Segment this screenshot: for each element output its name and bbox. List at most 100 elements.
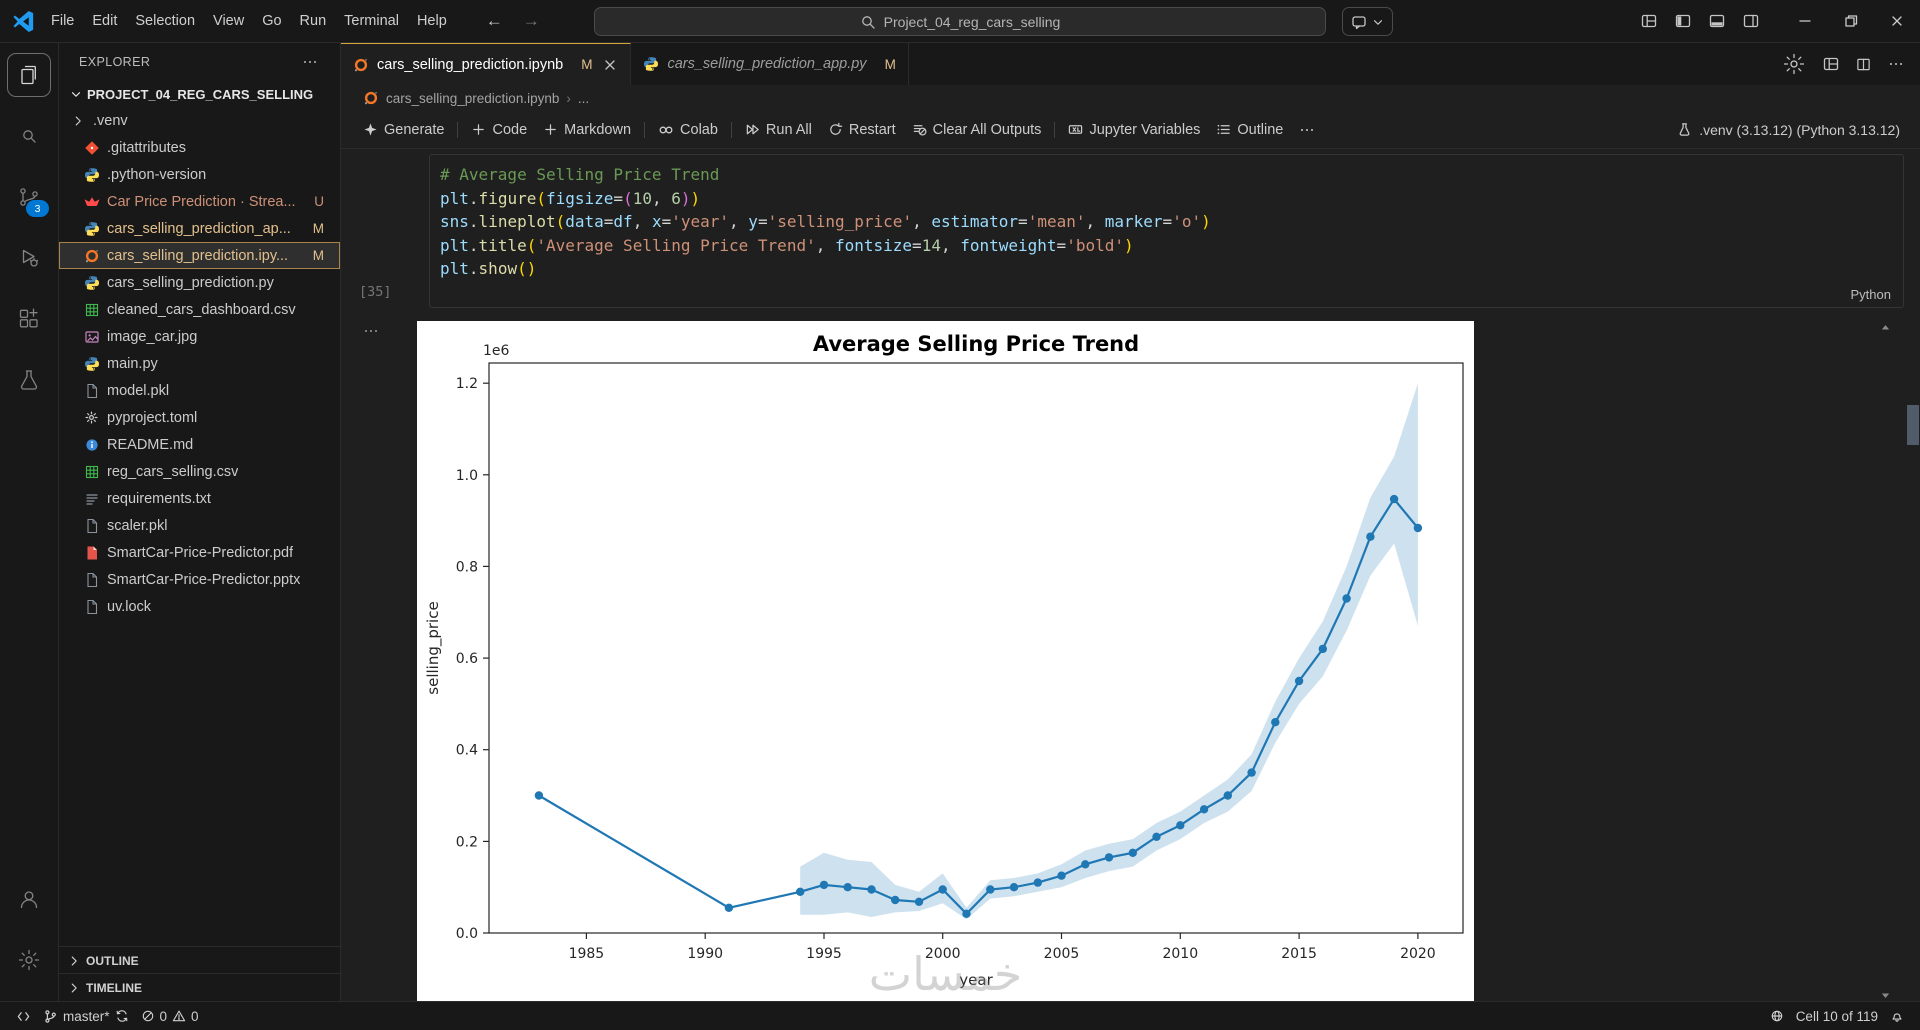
output-more-icon[interactable] [363, 323, 379, 339]
extensions-activity-icon[interactable] [5, 293, 53, 345]
command-center-search[interactable]: Project_04_reg_cars_selling [594, 7, 1326, 36]
menu-selection[interactable]: Selection [126, 7, 204, 35]
more-icon [1299, 122, 1315, 138]
file-item-image-car-jpg[interactable]: image_car.jpg [59, 323, 340, 350]
extensions-icon [17, 307, 41, 331]
toolbar-restart[interactable]: Restart [820, 116, 904, 144]
forward-icon[interactable]: → [523, 11, 540, 31]
minimize-button[interactable] [1782, 0, 1828, 42]
toolbar-label: Restart [848, 121, 896, 138]
file-item-cars-selling-prediction-py[interactable]: cars_selling_prediction.py [59, 269, 340, 296]
back-icon[interactable]: ← [486, 11, 503, 31]
layout-grid-icon[interactable] [1636, 8, 1662, 34]
menu-edit[interactable]: Edit [83, 7, 126, 35]
menu-help[interactable]: Help [408, 7, 456, 35]
svg-text:0.8: 0.8 [456, 559, 478, 575]
file-item-cleaned-cars-dashboard-csv[interactable]: cleaned_cars_dashboard.csv [59, 296, 340, 323]
tab-cars-selling-prediction-app-py[interactable]: cars_selling_prediction_app.py M [631, 43, 909, 85]
globe-icon[interactable] [1764, 1009, 1790, 1023]
sidebar-title: EXPLORER [79, 55, 151, 69]
menu-file[interactable]: File [42, 7, 83, 35]
menu-view[interactable]: View [204, 7, 253, 35]
file-item-gitattributes[interactable]: .gitattributes [59, 134, 340, 161]
close-tab-icon[interactable] [602, 57, 618, 73]
scroll-down-icon[interactable] [1879, 989, 1892, 1001]
remote-indicator[interactable] [10, 1002, 37, 1030]
file-item-main-py[interactable]: main.py [59, 350, 340, 377]
scroll-up-icon[interactable] [1879, 321, 1892, 334]
file-item-cars-selling-prediction-ap[interactable]: cars_selling_prediction_ap... M [59, 215, 340, 242]
panel-bottom-icon[interactable] [1704, 8, 1730, 34]
file-item-model-pkl[interactable]: model.pkl [59, 377, 340, 404]
search-icon [21, 128, 37, 144]
toolbar-markdown[interactable]: Markdown [535, 116, 639, 144]
file-item-cars-selling-prediction-ipy[interactable]: cars_selling_prediction.ipy... M [59, 242, 340, 269]
toolbar-outline[interactable]: Outline [1208, 116, 1291, 144]
panel-left-icon[interactable] [1670, 8, 1696, 34]
file-item-uv-lock[interactable]: uv.lock [59, 593, 340, 620]
settings-icon[interactable] [5, 934, 53, 986]
files-activity-icon[interactable] [5, 49, 53, 101]
file-item-scaler-pkl[interactable]: scaler.pkl [59, 512, 340, 539]
file-item-pyproject-toml[interactable]: pyproject.toml [59, 404, 340, 431]
cell-language-label[interactable]: Python [1851, 287, 1891, 302]
outline-section[interactable]: OUTLINE [59, 946, 340, 974]
timeline-section[interactable]: TIMELINE [59, 973, 340, 1001]
chat-dropdown-button[interactable] [1342, 7, 1393, 36]
menu-go[interactable]: Go [253, 7, 290, 35]
beaker-activity-icon[interactable] [5, 354, 53, 406]
settings-icon[interactable] [1782, 52, 1806, 76]
file-item-smartcar-price-predictor-pdf[interactable]: SmartCar-Price-Predictor.pdf [59, 539, 340, 566]
notifications-bell-icon[interactable] [1884, 1009, 1910, 1023]
close-button[interactable] [1874, 0, 1920, 42]
debug-activity-icon[interactable] [5, 232, 53, 284]
toolbar-code[interactable]: Code [463, 116, 535, 144]
file-item-requirements-txt[interactable]: requirements.txt [59, 485, 340, 512]
panel-right-icon[interactable] [1738, 8, 1764, 34]
file-item-reg-cars-selling-csv[interactable]: reg_cars_selling.csv [59, 458, 340, 485]
file-item-smartcar-price-predictor-pptx[interactable]: SmartCar-Price-Predictor.pptx [59, 566, 340, 593]
menu-terminal[interactable]: Terminal [335, 7, 408, 35]
search-activity-icon[interactable] [5, 110, 53, 162]
file-label: model.pkl [107, 382, 170, 399]
more-icon[interactable] [1888, 56, 1904, 72]
toolbar-clear-all-outputs[interactable]: Clear All Outputs [904, 116, 1050, 144]
kernel-picker[interactable]: .venv (3.13.12) (Python 3.13.12) [1677, 122, 1920, 138]
account-icon[interactable] [5, 873, 53, 925]
toolbar-generate[interactable]: Generate [355, 116, 452, 144]
code-editor[interactable]: # Average Selling Price Trend plt.figure(… [429, 154, 1904, 308]
git-status-badge: M [312, 221, 324, 236]
git-branch-item[interactable]: master* [37, 1002, 135, 1030]
split-editor-icon[interactable] [1856, 57, 1871, 72]
git-status-badge: U [314, 194, 324, 209]
cell-indicator[interactable]: Cell 10 of 119 [1790, 1009, 1884, 1024]
tab-cars-selling-prediction-ipynb[interactable]: cars_selling_prediction.ipynb M [341, 43, 632, 85]
run-all-icon [745, 122, 760, 137]
python-icon [83, 166, 100, 183]
toolbar-run-all[interactable]: Run All [737, 116, 820, 144]
menu-run[interactable]: Run [291, 7, 336, 35]
editor-scrollbar[interactable] [1906, 85, 1920, 1001]
python-icon [83, 274, 100, 291]
toolbar-more[interactable] [1291, 116, 1323, 144]
file-item-python-version[interactable]: .python-version [59, 161, 340, 188]
file-item-venv[interactable]: .venv [59, 107, 340, 134]
restore-button[interactable] [1828, 0, 1874, 42]
toolbar-jupyter-variables[interactable]: Jupyter Variables [1060, 116, 1208, 144]
file-label: requirements.txt [107, 490, 211, 507]
notebook-content: [35] # Average Selling Price Trend plt.fi… [341, 149, 1920, 1001]
matplotlib-chart: 1985 1990 1995 2000 2005 2010 2015 2020 0.0 0.2 0.… [424, 332, 1464, 989]
explorer-more-icon[interactable] [302, 54, 318, 70]
toolbar-colab[interactable]: Colab [650, 116, 726, 144]
git-icon [83, 139, 100, 156]
breadcrumb[interactable]: cars_selling_prediction.ipynb › ... [341, 85, 1920, 111]
file-item-readme-md[interactable]: README.md [59, 431, 340, 458]
project-root-folder[interactable]: PROJECT_04_REG_CARS_SELLING [59, 81, 340, 107]
file-item-car-price-prediction-strea[interactable]: Car Price Prediction · Strea... U [59, 188, 340, 215]
source-control-activity-icon[interactable]: 3 [5, 171, 53, 223]
scrollbar-thumb[interactable] [1907, 405, 1919, 445]
layout-grid-icon[interactable] [1823, 56, 1839, 72]
problems-item[interactable]: 0 0 [135, 1002, 205, 1030]
file-label: README.md [107, 436, 194, 453]
search-icon [860, 14, 876, 30]
